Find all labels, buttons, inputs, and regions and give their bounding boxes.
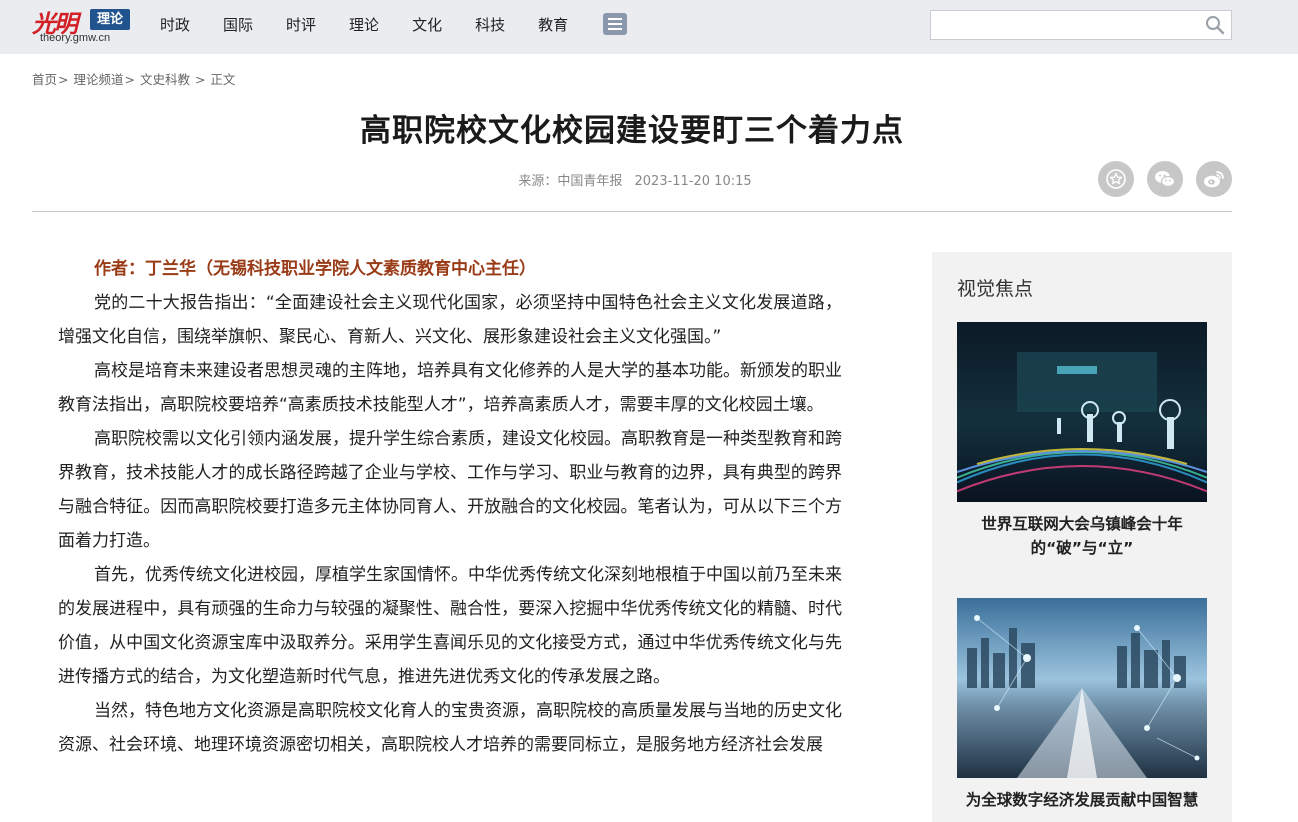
breadcrumb: 首页> 理论频道> 文史科教 > 正文	[32, 72, 236, 87]
source-label: 来源：中国青年报	[518, 174, 623, 189]
breadcrumb-home[interactable]: 首页	[32, 72, 57, 87]
weibo-share-button[interactable]	[1196, 161, 1232, 197]
breadcrumb-theory-channel[interactable]: 理论频道	[73, 72, 123, 87]
search-input[interactable]	[931, 11, 1201, 39]
publish-datetime: 2023-11-20 10:15	[634, 174, 752, 189]
top-bar: 光明 理论 theory.gmw.cn 时政 国际 时评 理论 文化 科技 教育	[0, 0, 1298, 54]
article-paragraph: 高职院校需以文化引领内涵发展，提升学生综合素质，建设文化校园。高职教育是一种类型…	[58, 429, 842, 551]
article-meta: 来源：中国青年报 2023-11-20 10:15	[0, 170, 1270, 189]
sidebar-title: 视觉焦点	[957, 278, 1034, 300]
nav-item-theory[interactable]: 理论	[349, 14, 379, 35]
nav-item-education[interactable]: 教育	[538, 14, 568, 35]
article-paragraph: 首先，优秀传统文化进校园，厚植学生家国情怀。中华优秀传统文化深刻地根植于中国以前…	[58, 565, 842, 687]
search-icon[interactable]	[1205, 15, 1225, 35]
focus-image-2[interactable]	[957, 598, 1207, 778]
wechat-icon	[1155, 171, 1176, 188]
article-body: 作者：丁兰华（无锡科技职业学院人文素质教育中心主任） 党的二十大报告指出：“全面…	[58, 252, 842, 762]
visual-focus-sidebar: 视觉焦点 世界互联网大会乌镇峰会十年的“破”与“立” 为全球数字经济发展贡献中国…	[932, 252, 1232, 822]
logo-url: theory.gmw.cn	[40, 32, 111, 44]
nav-item-international[interactable]: 国际	[223, 14, 253, 35]
article-paragraph: 高校是培育未来建设者思想灵魂的主阵地，培养具有文化修养的人是大学的基本功能。新颁…	[58, 361, 842, 415]
nav-item-politics[interactable]: 时政	[160, 14, 190, 35]
main-nav: 时政 国际 时评 理论 文化 科技 教育	[160, 0, 628, 48]
source-name: 中国青年报	[557, 174, 623, 189]
star-icon	[1106, 169, 1126, 189]
focus-caption-1[interactable]: 世界互联网大会乌镇峰会十年的“破”与“立”	[957, 512, 1207, 560]
weibo-icon	[1204, 171, 1224, 188]
favorite-button[interactable]	[1098, 161, 1134, 197]
breadcrumb-current: 正文	[210, 72, 236, 87]
menu-icon[interactable]	[603, 13, 628, 35]
focus-image-1[interactable]	[957, 322, 1207, 502]
article-paragraph: 党的二十大报告指出：“全面建设社会主义现代化国家，必须坚持中国特色社会主义文化发…	[58, 293, 842, 347]
nav-item-culture[interactable]: 文化	[412, 14, 442, 35]
nav-item-technology[interactable]: 科技	[475, 14, 505, 35]
article-title: 高职院校文化校园建设要盯三个着力点	[360, 113, 904, 149]
title-divider	[32, 211, 1232, 212]
nav-item-commentary[interactable]: 时评	[286, 14, 316, 35]
logo-badge: 理论	[90, 9, 130, 30]
article-paragraph: 当然，特色地方文化资源是高职院校文化育人的宝贵资源，高职院校的高质量发展与当地的…	[58, 701, 842, 755]
site-logo[interactable]: 光明 理论 theory.gmw.cn	[30, 4, 140, 48]
breadcrumb-section[interactable]: 文史科教	[140, 72, 190, 87]
wechat-share-button[interactable]	[1147, 161, 1183, 197]
article-author: 作者：丁兰华（无锡科技职业学院人文素质教育中心主任）	[94, 259, 536, 279]
search-box	[930, 10, 1232, 40]
focus-caption-2[interactable]: 为全球数字经济发展贡献中国智慧	[957, 788, 1207, 812]
